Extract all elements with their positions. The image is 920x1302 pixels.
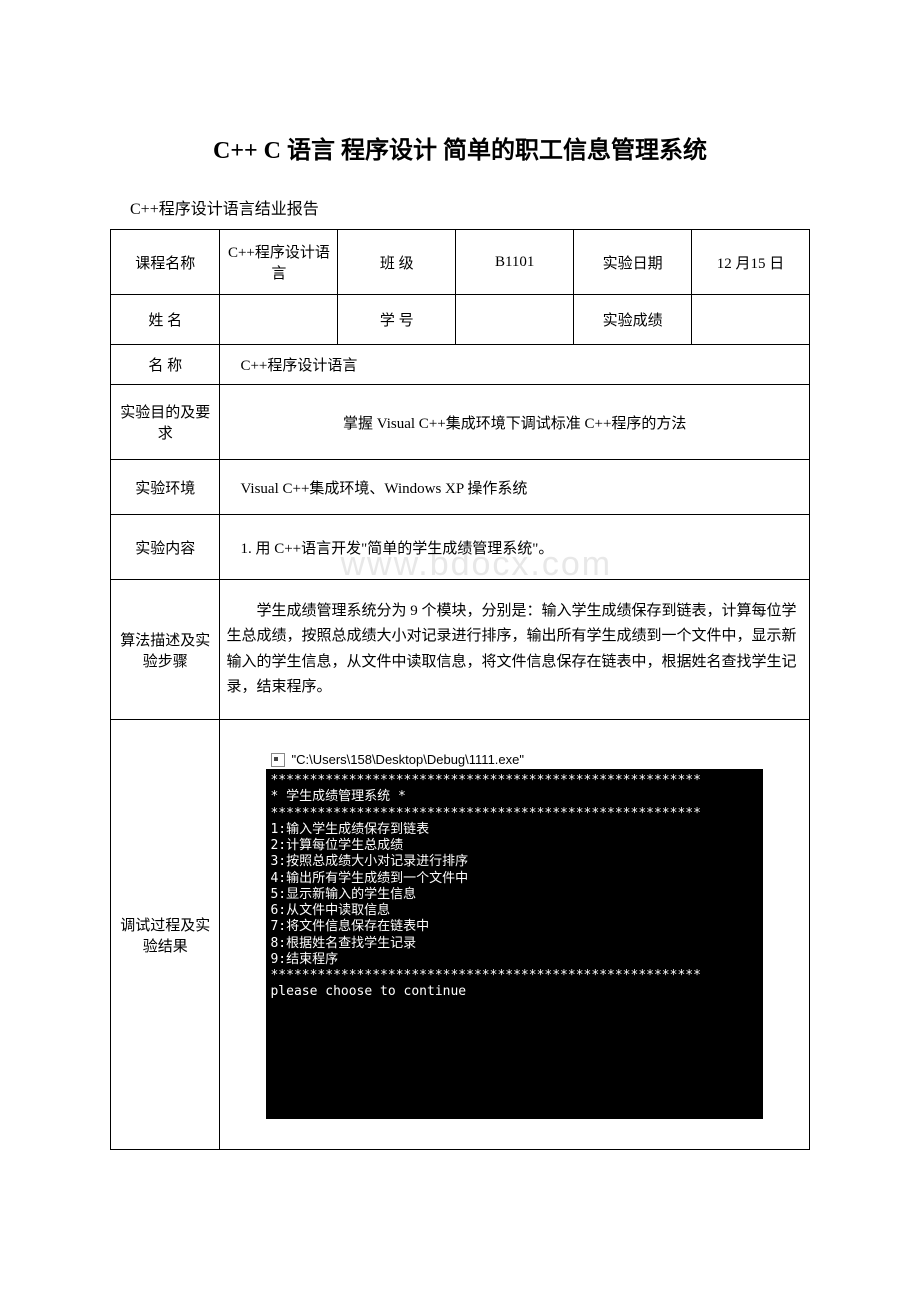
console-line: ****************************************… <box>270 773 700 788</box>
console-title: "C:\Users\158\Desktop\Debug\1111.exe" <box>291 752 524 767</box>
console-line: 9:结束程序 <box>270 952 338 967</box>
course-name-label: 课程名称 <box>111 230 220 295</box>
table-row: 姓 名 学 号 实验成绩 <box>111 295 810 345</box>
console-line: 1:输入学生成绩保存到链表 <box>270 822 429 837</box>
environment-label: 实验环境 <box>111 460 220 515</box>
table-row: 算法描述及实验步骤 学生成绩管理系统分为 9 个模块，分别是：输入学生成绩保存到… <box>111 580 810 720</box>
algorithm-cell: 学生成绩管理系统分为 9 个模块，分别是：输入学生成绩保存到链表，计算每位学生总… <box>220 580 810 720</box>
console-titlebar: "C:\Users\158\Desktop\Debug\1111.exe" <box>266 750 763 769</box>
console-line: 5:显示新输入的学生信息 <box>270 887 416 902</box>
debug-result-label: 调试过程及实验结果 <box>111 720 220 1150</box>
name-value <box>220 295 338 345</box>
console-cell: "C:\Users\158\Desktop\Debug\1111.exe" **… <box>220 720 810 1150</box>
console-line: please choose to continue <box>270 984 466 999</box>
exp-score-value <box>692 295 810 345</box>
table-row: 调试过程及实验结果 "C:\Users\158\Desktop\Debug\11… <box>111 720 810 1150</box>
table-row: 名 称 C++程序设计语言 <box>111 345 810 385</box>
table-row: 实验内容 www.bdocx.com 1. 用 C++语言开发"简单的学生成绩管… <box>111 515 810 580</box>
console-line: ****************************************… <box>270 806 700 821</box>
student-id-label: 学 号 <box>338 295 456 345</box>
purpose-value: 掌握 Visual C++集成环境下调试标准 C++程序的方法 <box>220 385 810 460</box>
document-subtitle: C++程序设计语言结业报告 <box>110 195 810 219</box>
table-row: 课程名称 C++程序设计语言 班 级 B1101 实验日期 12 月15 日 <box>111 230 810 295</box>
exp-score-label: 实验成绩 <box>574 295 692 345</box>
console-line: 8:根据姓名查找学生记录 <box>270 936 416 951</box>
name-value-2: C++程序设计语言 <box>220 345 810 385</box>
console-line: ****************************************… <box>270 968 700 983</box>
console-wrap: "C:\Users\158\Desktop\Debug\1111.exe" **… <box>226 745 803 1124</box>
console-line: 6:从文件中读取信息 <box>270 903 390 918</box>
content-value: 1. 用 C++语言开发"简单的学生成绩管理系统"。 <box>240 541 553 557</box>
console-icon <box>271 753 285 767</box>
student-id-value <box>456 295 574 345</box>
console-line: 7:将文件信息保存在链表中 <box>270 919 429 934</box>
console-line: 3:按照总成绩大小对记录进行排序 <box>270 854 468 869</box>
document-title: C++ C 语言 程序设计 简单的职工信息管理系统 <box>110 130 810 165</box>
name-label: 姓 名 <box>111 295 220 345</box>
environment-value: Visual C++集成环境、Windows XP 操作系统 <box>220 460 810 515</box>
console-body: ****************************************… <box>266 769 763 1119</box>
table-row: 实验环境 Visual C++集成环境、Windows XP 操作系统 <box>111 460 810 515</box>
algorithm-label: 算法描述及实验步骤 <box>111 580 220 720</box>
name-label-2: 名 称 <box>111 345 220 385</box>
console-line: 4:输出所有学生成绩到一个文件中 <box>270 871 468 886</box>
content-label: 实验内容 <box>111 515 220 580</box>
purpose-label: 实验目的及要求 <box>111 385 220 460</box>
content-value-cell: www.bdocx.com 1. 用 C++语言开发"简单的学生成绩管理系统"。 <box>220 515 810 580</box>
page-container: C++ C 语言 程序设计 简单的职工信息管理系统 C++程序设计语言结业报告 … <box>0 0 920 1150</box>
class-label: 班 级 <box>338 230 456 295</box>
algorithm-value: 学生成绩管理系统分为 9 个模块，分别是：输入学生成绩保存到链表，计算每位学生总… <box>226 599 803 701</box>
course-name-value: C++程序设计语言 <box>220 230 338 295</box>
exp-date-label: 实验日期 <box>574 230 692 295</box>
report-table: 课程名称 C++程序设计语言 班 级 B1101 实验日期 12 月15 日 姓… <box>110 229 810 1150</box>
console-line: 2:计算每位学生总成绩 <box>270 838 403 853</box>
console-window: "C:\Users\158\Desktop\Debug\1111.exe" **… <box>266 750 763 1119</box>
table-row: 实验目的及要求 掌握 Visual C++集成环境下调试标准 C++程序的方法 <box>111 385 810 460</box>
class-value: B1101 <box>456 230 574 295</box>
console-line: * 学生成绩管理系统 * <box>270 789 405 804</box>
exp-date-value: 12 月15 日 <box>692 230 810 295</box>
